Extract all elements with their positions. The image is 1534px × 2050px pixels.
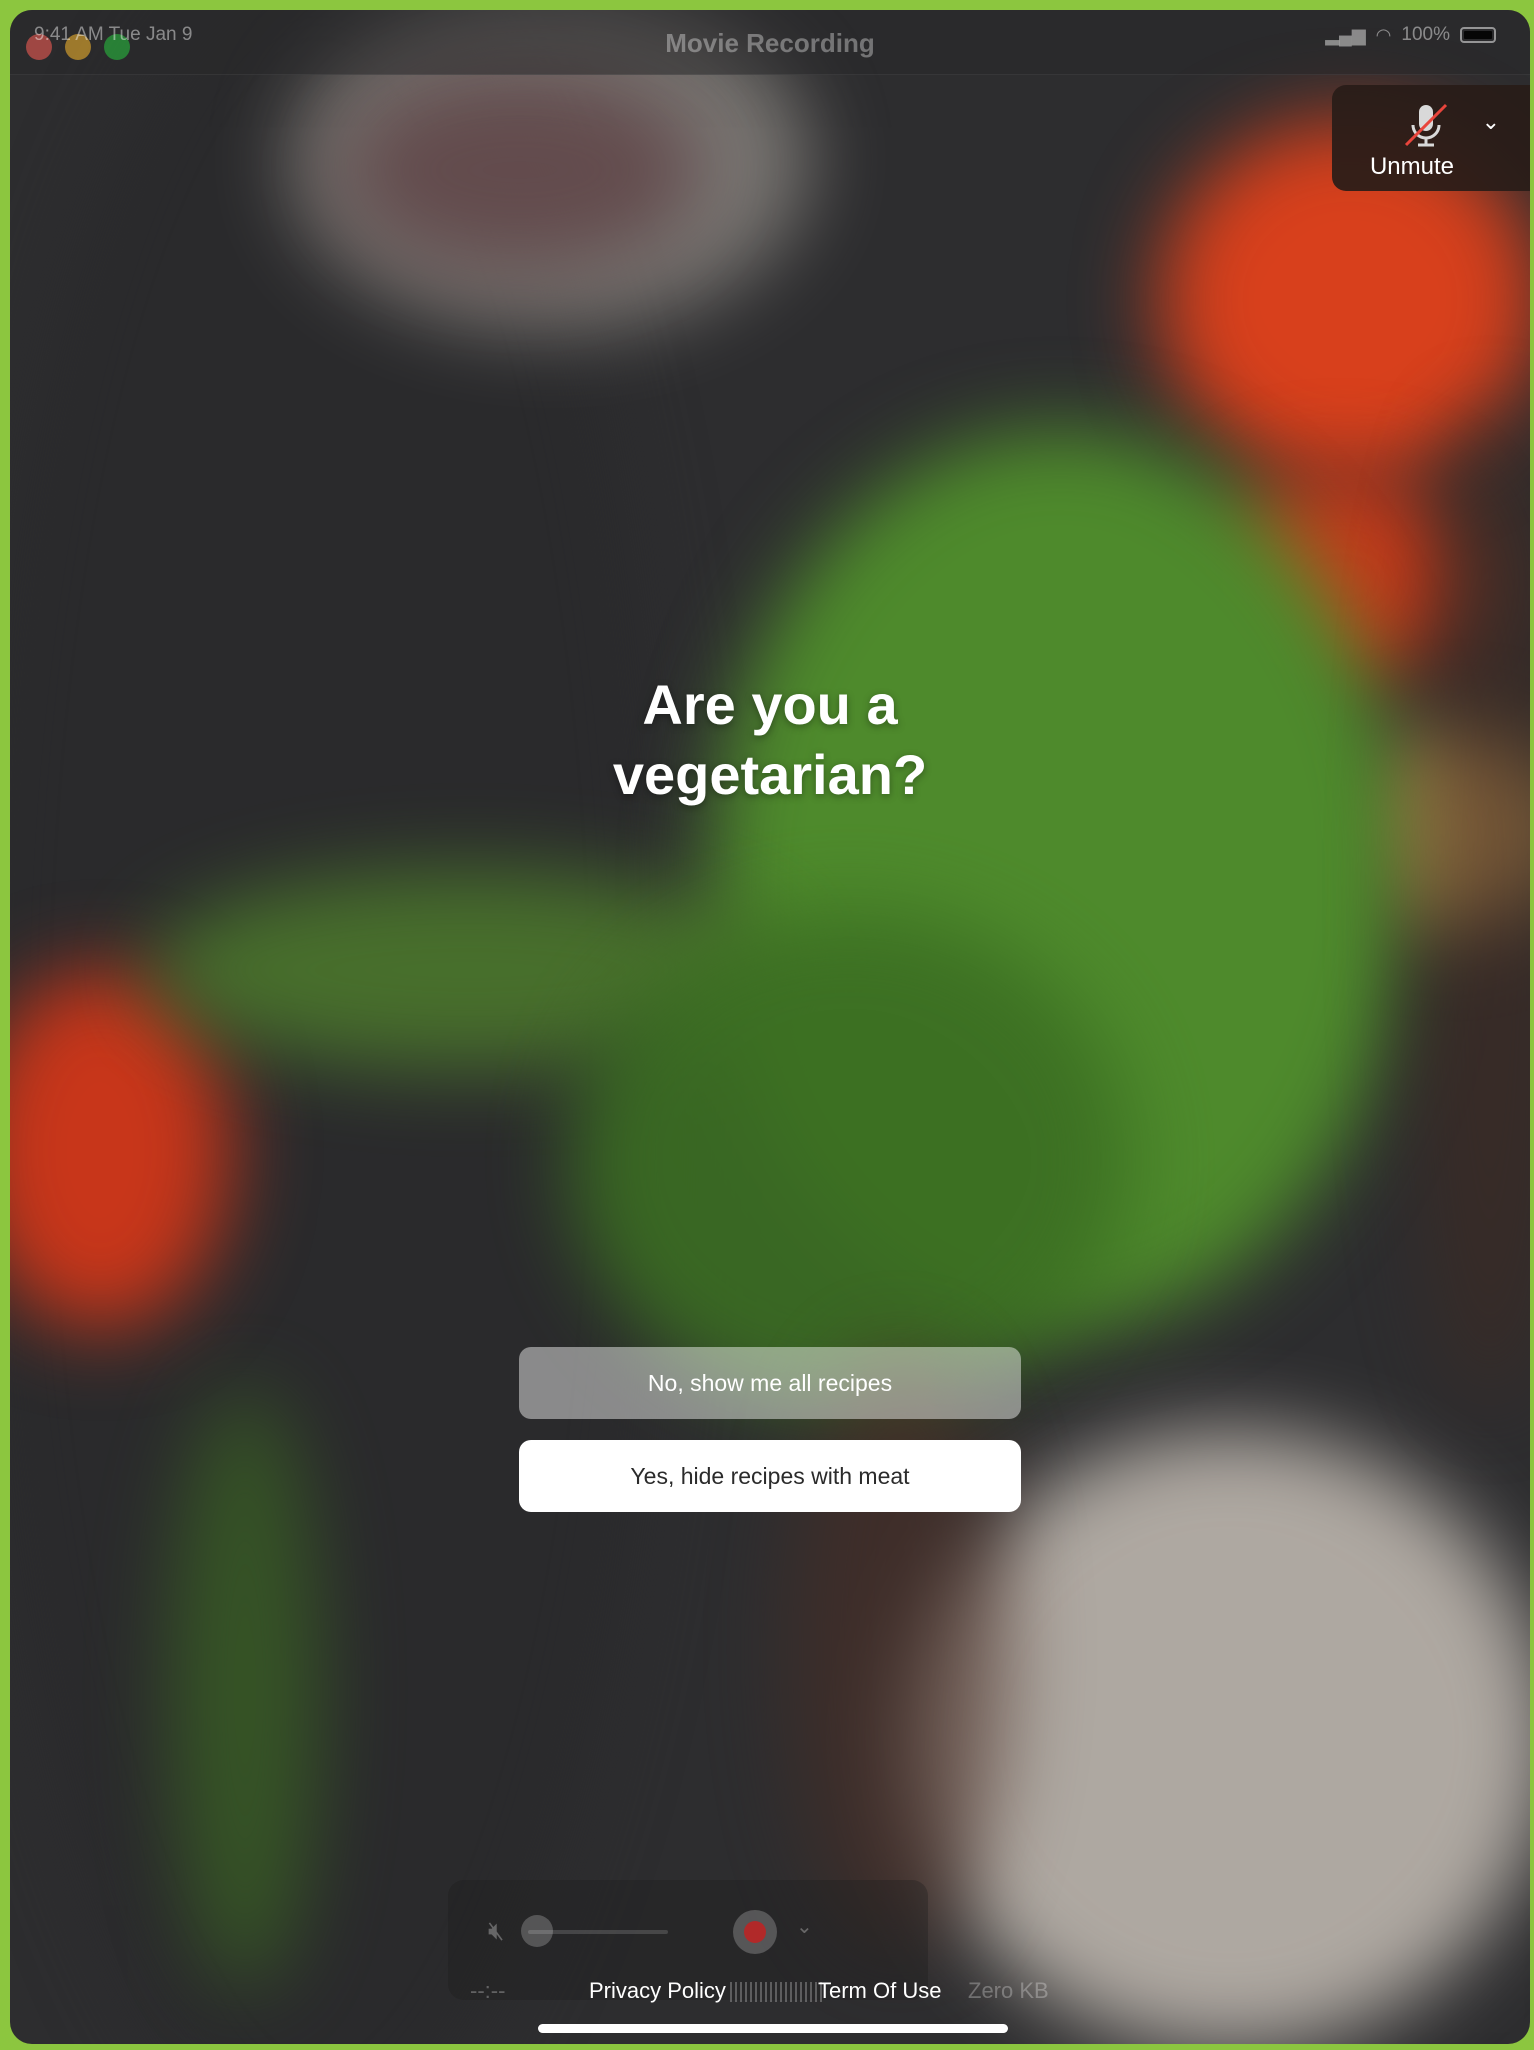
wifi-icon: ◠ <box>1375 24 1392 45</box>
unmute-label: Unmute <box>1369 153 1455 180</box>
hide-meat-recipes-button[interactable]: Yes, hide recipes with meat <box>519 1440 1021 1512</box>
home-indicator[interactable] <box>538 2024 1008 2033</box>
privacy-policy-link[interactable]: Privacy Policy <box>589 1978 726 2004</box>
mic-muted-icon <box>1404 103 1448 147</box>
question-line-1: Are you a <box>642 673 898 736</box>
app-window: 9:41 AM Tue Jan 9 Movie Recording ▂▄▆ ◠ … <box>10 10 1530 2044</box>
volume-slider-knob[interactable] <box>521 1915 553 1947</box>
status-indicators: ▂▄▆ ◠ 100% <box>1325 24 1496 46</box>
unmute-button[interactable]: ⌄ Unmute <box>1332 85 1530 191</box>
background-photo <box>10 10 1530 2044</box>
desktop-strip <box>0 0 1534 10</box>
window-title: Movie Recording <box>665 28 875 58</box>
title-bar: 9:41 AM Tue Jan 9 Movie Recording ▂▄▆ ◠ … <box>10 10 1530 75</box>
speaker-muted-icon[interactable]: 🔇︎ <box>488 1915 504 1947</box>
terms-of-use-link[interactable]: Term Of Use <box>818 1978 941 2004</box>
question-title: Are you a vegetarian? <box>10 670 1530 810</box>
question-line-2: vegetarian? <box>612 743 928 806</box>
recording-time: --:-- <box>470 1978 506 2003</box>
battery-icon <box>1460 27 1496 43</box>
recording-size: Zero KB <box>968 1978 1049 2003</box>
record-options-chevron-icon[interactable]: ⌄ <box>796 1914 813 1939</box>
footer: --:-- Privacy Policy Term Of Use Zero KB <box>10 1978 1530 2018</box>
chevron-down-icon[interactable]: ⌄ <box>1482 109 1500 135</box>
audio-level-meter <box>730 1982 822 2002</box>
record-button[interactable] <box>733 1910 777 1954</box>
signal-icon: ▂▄▆ <box>1325 24 1366 45</box>
battery-percent: 100% <box>1401 24 1450 45</box>
show-all-recipes-button[interactable]: No, show me all recipes <box>519 1347 1021 1419</box>
